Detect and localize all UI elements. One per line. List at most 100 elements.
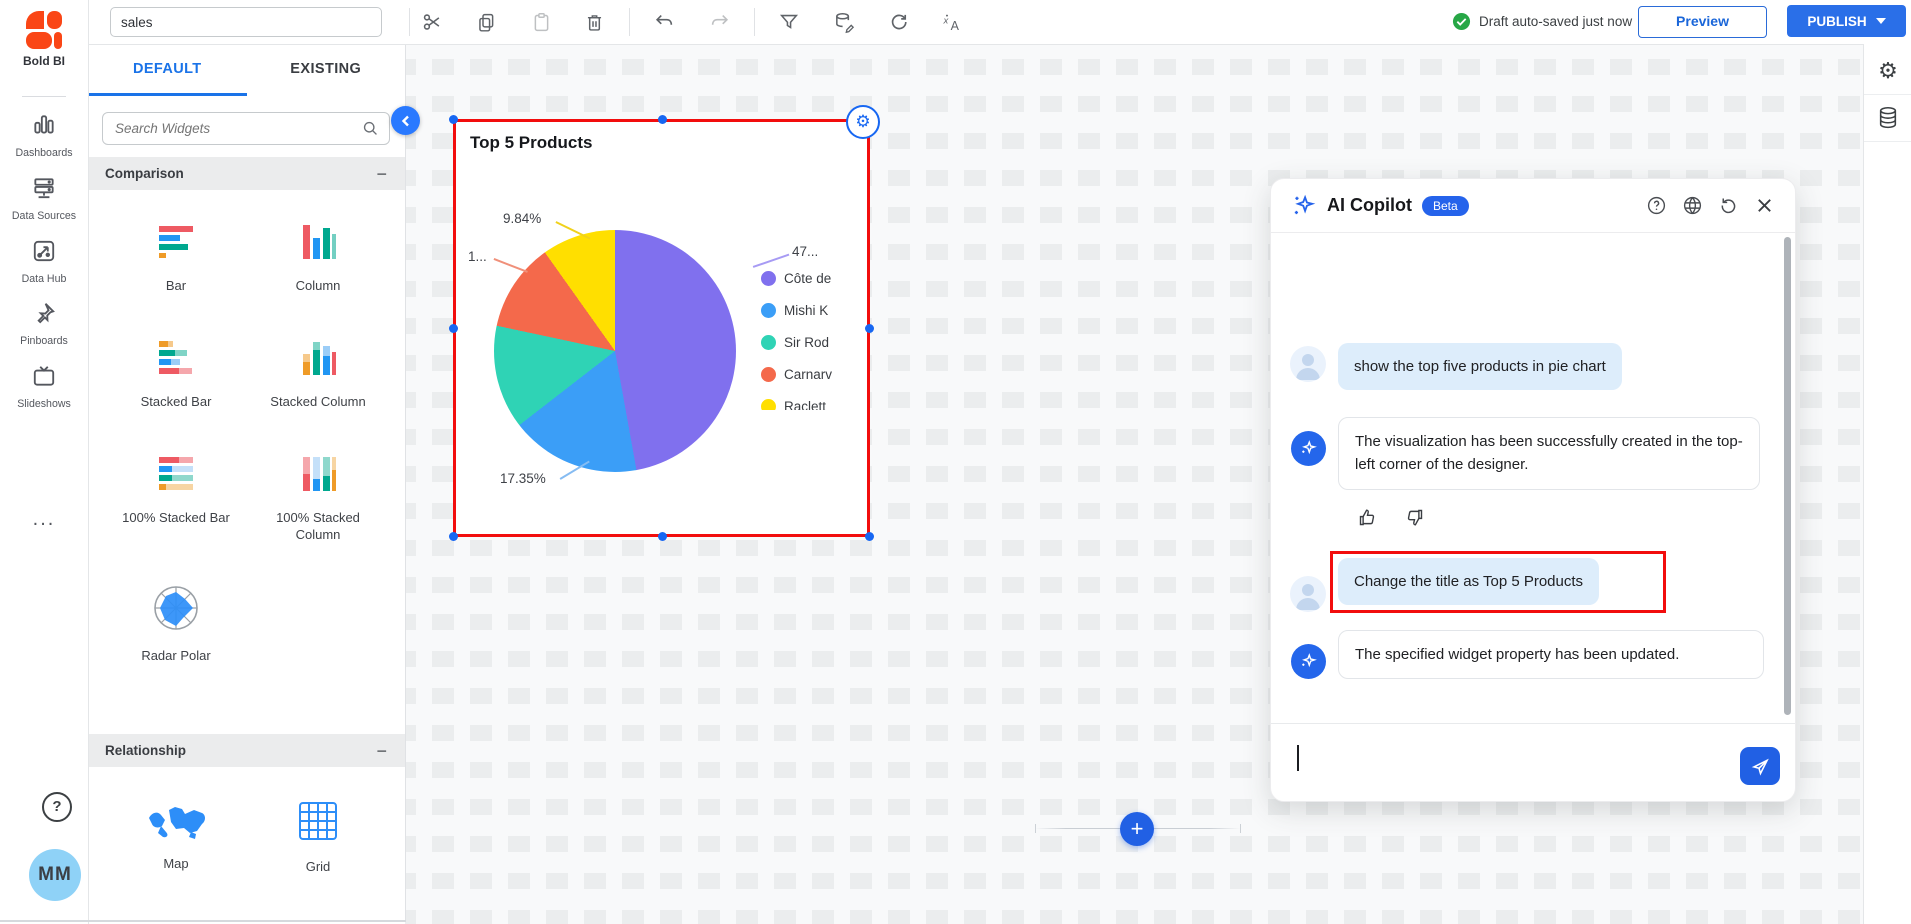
copilot-language-icon[interactable] xyxy=(1681,195,1703,217)
copilot-avatar-icon xyxy=(1291,644,1326,679)
add-widget-button[interactable]: + xyxy=(1120,812,1154,846)
data-preparation-icon[interactable] xyxy=(830,8,858,36)
sidebar-item-label: Dashboards xyxy=(15,147,73,159)
paste-icon[interactable] xyxy=(527,8,555,36)
redo-icon[interactable] xyxy=(706,8,734,36)
sidebar-item-data-sources[interactable]: Data Sources xyxy=(0,175,88,222)
slice-callout-orange: 1... xyxy=(468,249,487,264)
undo-icon[interactable] xyxy=(650,8,678,36)
data-hub-icon xyxy=(31,238,57,264)
legend-item[interactable]: Raclett xyxy=(761,390,867,410)
resize-handle[interactable] xyxy=(658,115,667,124)
copilot-close-icon[interactable] xyxy=(1753,195,1775,217)
legend-item[interactable]: Carnarv xyxy=(761,358,867,390)
left-nav-rail: Bold BI Dashboards Data Sources Data Hub… xyxy=(0,0,89,924)
svg-text:A: A xyxy=(950,19,959,33)
help-button[interactable]: ? xyxy=(42,792,72,822)
widget-stacked-column[interactable]: Stacked Column xyxy=(258,336,378,411)
legend-label: Sir Rod xyxy=(784,334,830,350)
more-menu-icon[interactable]: ... xyxy=(0,508,88,531)
pie-chart[interactable] xyxy=(494,230,736,472)
widget-radar-polar[interactable]: Radar Polar xyxy=(116,584,236,665)
tv-icon xyxy=(31,363,57,389)
user-message-highlighted: Change the title as Top 5 Products xyxy=(1338,558,1600,606)
right-tool-rail: ⚙ xyxy=(1863,44,1911,924)
copilot-avatar-icon xyxy=(1291,431,1326,466)
legend-label: Mishi K xyxy=(784,302,829,318)
search-icon[interactable] xyxy=(362,120,379,137)
resize-handle[interactable] xyxy=(449,115,458,124)
autosave-status: Draft auto-saved just now xyxy=(1452,12,1632,31)
resize-handle[interactable] xyxy=(658,532,667,541)
widget-100-stacked-bar[interactable]: 100% Stacked Bar xyxy=(116,452,236,527)
legend-dot xyxy=(761,366,776,382)
sidebar-item-dashboards[interactable]: Dashboards xyxy=(0,112,88,159)
chevron-down-icon xyxy=(1875,18,1886,24)
legend-dot xyxy=(761,398,776,410)
refresh-icon[interactable] xyxy=(885,8,913,36)
resize-handle[interactable] xyxy=(865,324,874,333)
resize-handle[interactable] xyxy=(449,324,458,333)
legend-item[interactable]: Côte de xyxy=(761,262,867,294)
filter-icon[interactable] xyxy=(775,8,803,36)
widget-100-stacked-column[interactable]: 100% Stacked Column xyxy=(258,452,378,544)
sidebar-item-slideshows[interactable]: Slideshows xyxy=(0,363,88,410)
collapse-section-icon[interactable]: − xyxy=(376,742,387,760)
dashboard-name-input[interactable] xyxy=(110,7,382,37)
assistant-message: The specified widget property has been u… xyxy=(1338,630,1764,680)
pie-chart-widget[interactable]: Top 5 Products 9.84% 1... 47... 17.35% C… xyxy=(449,115,874,541)
brand-name: Bold BI xyxy=(23,54,65,68)
hundred-stacked-column-widget-icon xyxy=(297,452,339,494)
thumbs-up-icon[interactable] xyxy=(1357,507,1378,528)
translate-icon[interactable]: x A xyxy=(939,8,967,36)
legend-item[interactable]: Mishi K xyxy=(761,294,867,326)
user-message: show the top five products in pie chart xyxy=(1338,343,1622,391)
copilot-scrollbar[interactable] xyxy=(1784,237,1791,715)
data-panel-icon[interactable] xyxy=(1864,95,1911,142)
widget-column[interactable]: Column xyxy=(258,220,378,295)
widget-search-input[interactable] xyxy=(113,120,362,137)
user-avatar[interactable]: MM xyxy=(29,849,81,901)
widget-stacked-bar[interactable]: Stacked Bar xyxy=(116,336,236,411)
collapse-panel-button[interactable] xyxy=(391,106,420,135)
widget-label: Bar xyxy=(165,278,187,293)
send-button[interactable] xyxy=(1740,747,1780,785)
copilot-help-icon[interactable] xyxy=(1645,195,1667,217)
collapse-section-icon[interactable]: − xyxy=(376,165,387,183)
resize-handle[interactable] xyxy=(865,532,874,541)
legend-label: Raclett xyxy=(784,398,827,411)
sidebar-item-data-hub[interactable]: Data Hub xyxy=(0,238,88,285)
section-relationship[interactable]: Relationship − xyxy=(88,734,405,767)
cut-icon[interactable] xyxy=(418,8,446,36)
legend-item[interactable]: Sir Rod xyxy=(761,326,867,358)
tab-existing[interactable]: EXISTING xyxy=(247,44,406,96)
hundred-stacked-bar-widget-icon xyxy=(155,452,197,494)
copilot-restart-icon[interactable] xyxy=(1717,195,1739,217)
widget-bar[interactable]: Bar xyxy=(116,220,236,295)
legend-dot xyxy=(761,302,776,318)
radar-polar-widget-icon xyxy=(152,584,200,632)
bar-chart-icon xyxy=(31,112,57,138)
resize-handle[interactable] xyxy=(449,532,458,541)
widget-settings-gear-icon[interactable]: ⚙ xyxy=(846,105,880,139)
section-comparison[interactable]: Comparison − xyxy=(88,157,405,190)
legend-dot xyxy=(761,270,776,286)
divider xyxy=(1271,723,1795,724)
tab-default[interactable]: DEFAULT xyxy=(88,44,247,96)
publish-button[interactable]: PUBLISH xyxy=(1787,5,1906,37)
delete-icon[interactable] xyxy=(580,8,608,36)
check-circle-icon xyxy=(1452,12,1471,31)
widget-grid[interactable]: Grid xyxy=(258,799,378,876)
thumbs-down-icon[interactable] xyxy=(1404,507,1425,528)
copy-icon[interactable] xyxy=(472,8,500,36)
sidebar-item-label: Data Sources xyxy=(11,210,77,222)
bold-bi-logo[interactable] xyxy=(22,8,66,52)
copilot-input[interactable] xyxy=(1285,735,1725,790)
sidebar-item-pinboards[interactable]: Pinboards xyxy=(0,300,88,347)
preview-button[interactable]: Preview xyxy=(1638,6,1767,38)
bold-bi-designer: x A Draft auto-saved just now Preview PU… xyxy=(0,0,1911,924)
legend-label: Carnarv xyxy=(784,366,833,382)
settings-gear-icon[interactable]: ⚙ xyxy=(1864,48,1911,95)
widget-map[interactable]: Map xyxy=(116,806,236,873)
widget-label: Map xyxy=(163,856,189,871)
